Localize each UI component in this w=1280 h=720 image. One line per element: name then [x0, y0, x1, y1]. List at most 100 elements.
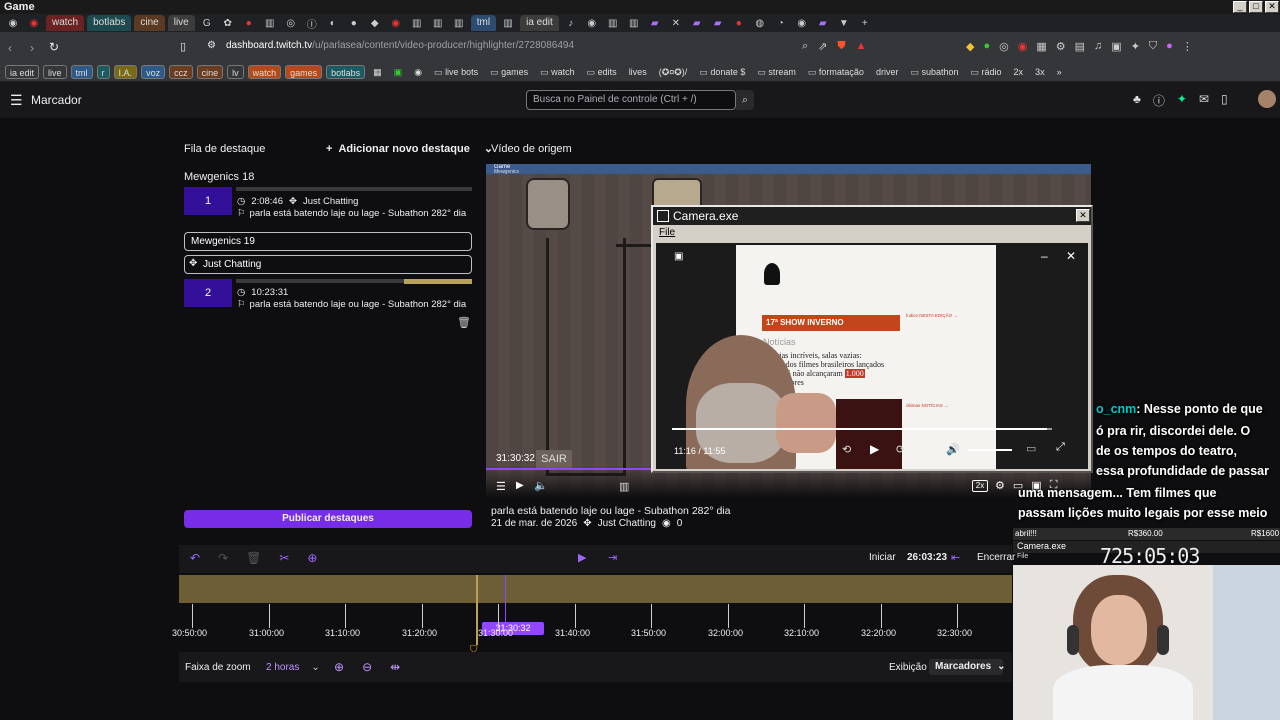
reload-icon[interactable]: ↻ [49, 40, 59, 54]
minimize-icon[interactable]: – [1041, 249, 1048, 263]
publish-button[interactable]: Publicar destaques [184, 510, 472, 528]
share-icon[interactable]: ⇗ [818, 40, 827, 53]
tab-live[interactable]: live [167, 15, 195, 31]
ext-icon[interactable]: ◉ [1018, 40, 1028, 53]
bookmark-watch[interactable]: watch [247, 64, 282, 79]
bookmark-donate[interactable]: donate $ [695, 65, 749, 79]
ext-icon[interactable]: ● [983, 40, 990, 53]
apps-grid-icon[interactable]: ▦ [369, 65, 386, 79]
trash-icon[interactable]: 🗑 [457, 316, 471, 329]
avatar[interactable] [1258, 90, 1276, 108]
shield-icon[interactable]: ⛊ [837, 40, 845, 53]
tab-icon[interactable]: ▥ [625, 15, 643, 31]
tab-icon[interactable]: ◉ [4, 15, 22, 31]
bookmark-face[interactable]: (✪¤✪)/ [655, 65, 692, 79]
maximize-button[interactable]: □ [1249, 1, 1263, 13]
bookmark-3x[interactable]: 3x [1031, 65, 1049, 79]
tab-icon[interactable]: ▰ [814, 15, 832, 31]
timeline-track[interactable] [179, 575, 1012, 603]
bookmark-games-folder[interactable]: games [486, 65, 532, 79]
redo-icon[interactable]: ↷ [218, 551, 228, 565]
tab-ia-edit[interactable]: ia edit [520, 15, 559, 31]
ext-icon[interactable]: ● [1166, 40, 1173, 53]
sparkle-icon[interactable]: ✦ [1177, 92, 1187, 109]
bookmark-games[interactable]: games [285, 64, 323, 79]
fit-icon[interactable]: ⇹ [390, 660, 400, 674]
highlight-number[interactable]: 2 [184, 279, 232, 307]
tab-icon[interactable]: ◎ [282, 15, 300, 31]
captions-icon[interactable]: ▭ [1026, 442, 1036, 455]
tab-icon[interactable]: ◉ [25, 15, 43, 31]
tab-cine[interactable]: cine [134, 15, 165, 31]
tab-icon[interactable]: ◆ [366, 15, 384, 31]
bookmark-icon-globe[interactable]: ◉ [410, 65, 426, 79]
video-progress[interactable] [486, 468, 651, 470]
zoom-in-icon[interactable]: ⊕ [334, 660, 344, 674]
play-icon[interactable]: ▶ [578, 551, 586, 564]
tab-icon[interactable]: ◐ [324, 15, 342, 31]
bookmark-cine[interactable]: cine [196, 64, 224, 79]
tab-icon[interactable]: ● [240, 15, 258, 31]
back-icon[interactable]: ‹ [8, 41, 12, 55]
tab-icon[interactable]: ▰ [688, 15, 706, 31]
delete-icon[interactable]: 🗑 [246, 551, 261, 565]
bookmark-radio[interactable]: rádio [967, 65, 1006, 79]
bookmark-watch-folder[interactable]: watch [536, 65, 579, 79]
tab-icon[interactable]: ● [345, 15, 363, 31]
bookmark-edits[interactable]: edits [583, 65, 621, 79]
bookmark-icon-green[interactable]: ▣ [390, 65, 407, 79]
tab-icon[interactable]: ◍ [751, 15, 769, 31]
warning-icon[interactable]: ▲ [856, 40, 867, 53]
tab-icon[interactable]: ▥ [408, 15, 426, 31]
bookmark-ccz[interactable]: ccz [169, 64, 193, 79]
ext-icon[interactable]: ✦ [1131, 40, 1140, 53]
tab-tml[interactable]: tml [470, 15, 497, 31]
ext-icon[interactable]: ♫ [1094, 40, 1102, 53]
tab-icon[interactable]: ▥ [429, 15, 447, 31]
zoom-out-icon[interactable]: ⊖ [362, 660, 372, 674]
ext-icon[interactable]: ⛉ [1149, 40, 1157, 53]
tab-icon[interactable]: ◉ [793, 15, 811, 31]
tab-icon[interactable]: ◉ [583, 15, 601, 31]
tab-icon[interactable]: ▰ [646, 15, 664, 31]
menu-icon[interactable]: ☰ [10, 92, 23, 109]
community-icon[interactable]: ♣ [1133, 92, 1141, 109]
forward-icon[interactable]: › [30, 41, 34, 55]
set-start-icon[interactable]: ⇤ [951, 551, 960, 564]
group-name-input[interactable]: Mewgenics 19 [184, 232, 472, 251]
tab-icon[interactable]: ▰ [709, 15, 727, 31]
tab-icon[interactable]: ◔ [772, 15, 790, 31]
bookmark-r[interactable]: r [96, 64, 110, 79]
site-info-icon[interactable]: ⚙ [207, 40, 216, 51]
highlight-number[interactable]: 1 [184, 187, 232, 215]
tab-icon[interactable]: ◉ [387, 15, 405, 31]
expand-icon[interactable]: ⤢ [1056, 441, 1065, 454]
search-input[interactable]: Busca no Painel de controle (Ctrl + /) [526, 90, 736, 110]
add-marker-icon[interactable]: ⊕ [307, 551, 317, 565]
tab-icon[interactable]: Ⓘ [303, 15, 321, 31]
minimize-button[interactable]: _ [1233, 1, 1247, 13]
ext-icon[interactable]: ▦ [1036, 40, 1046, 53]
volume-icon[interactable]: 🔊 [946, 443, 960, 456]
menu-dots-icon[interactable]: ⋮ [1182, 40, 1193, 53]
bookmark-2x[interactable]: 2x [1010, 65, 1028, 79]
bookmark-lv[interactable]: lv [227, 64, 244, 79]
bookmark-tml[interactable]: tml [70, 64, 93, 79]
play-icon[interactable]: ▶ [516, 480, 524, 491]
new-tab-icon[interactable]: + [856, 15, 874, 31]
tab-watch[interactable]: watch [46, 15, 85, 31]
ext-icon[interactable]: ▤ [1075, 40, 1085, 53]
close-icon[interactable]: ✕ [1066, 249, 1076, 263]
bookmark-botlabs[interactable]: botlabs [326, 64, 366, 79]
ext-icon[interactable]: ▣ [1111, 40, 1121, 53]
tab-icon[interactable]: ♪ [562, 15, 580, 31]
ext-icon[interactable]: ◎ [999, 40, 1009, 53]
rewind-icon[interactable]: ⟲ [842, 443, 851, 456]
scissors-icon[interactable]: ✂ [279, 551, 289, 565]
ext-icon[interactable]: ⚙ [1056, 40, 1066, 53]
tab-icon[interactable]: ▥ [261, 15, 279, 31]
undo-icon[interactable]: ↶ [190, 551, 200, 565]
url-field[interactable]: dashboard.twitch.tv/u/parlasea/content/v… [226, 40, 574, 51]
bookmark-ia-edit[interactable]: ia edit [5, 64, 40, 79]
inbox-icon[interactable]: ✉ [1199, 92, 1209, 109]
